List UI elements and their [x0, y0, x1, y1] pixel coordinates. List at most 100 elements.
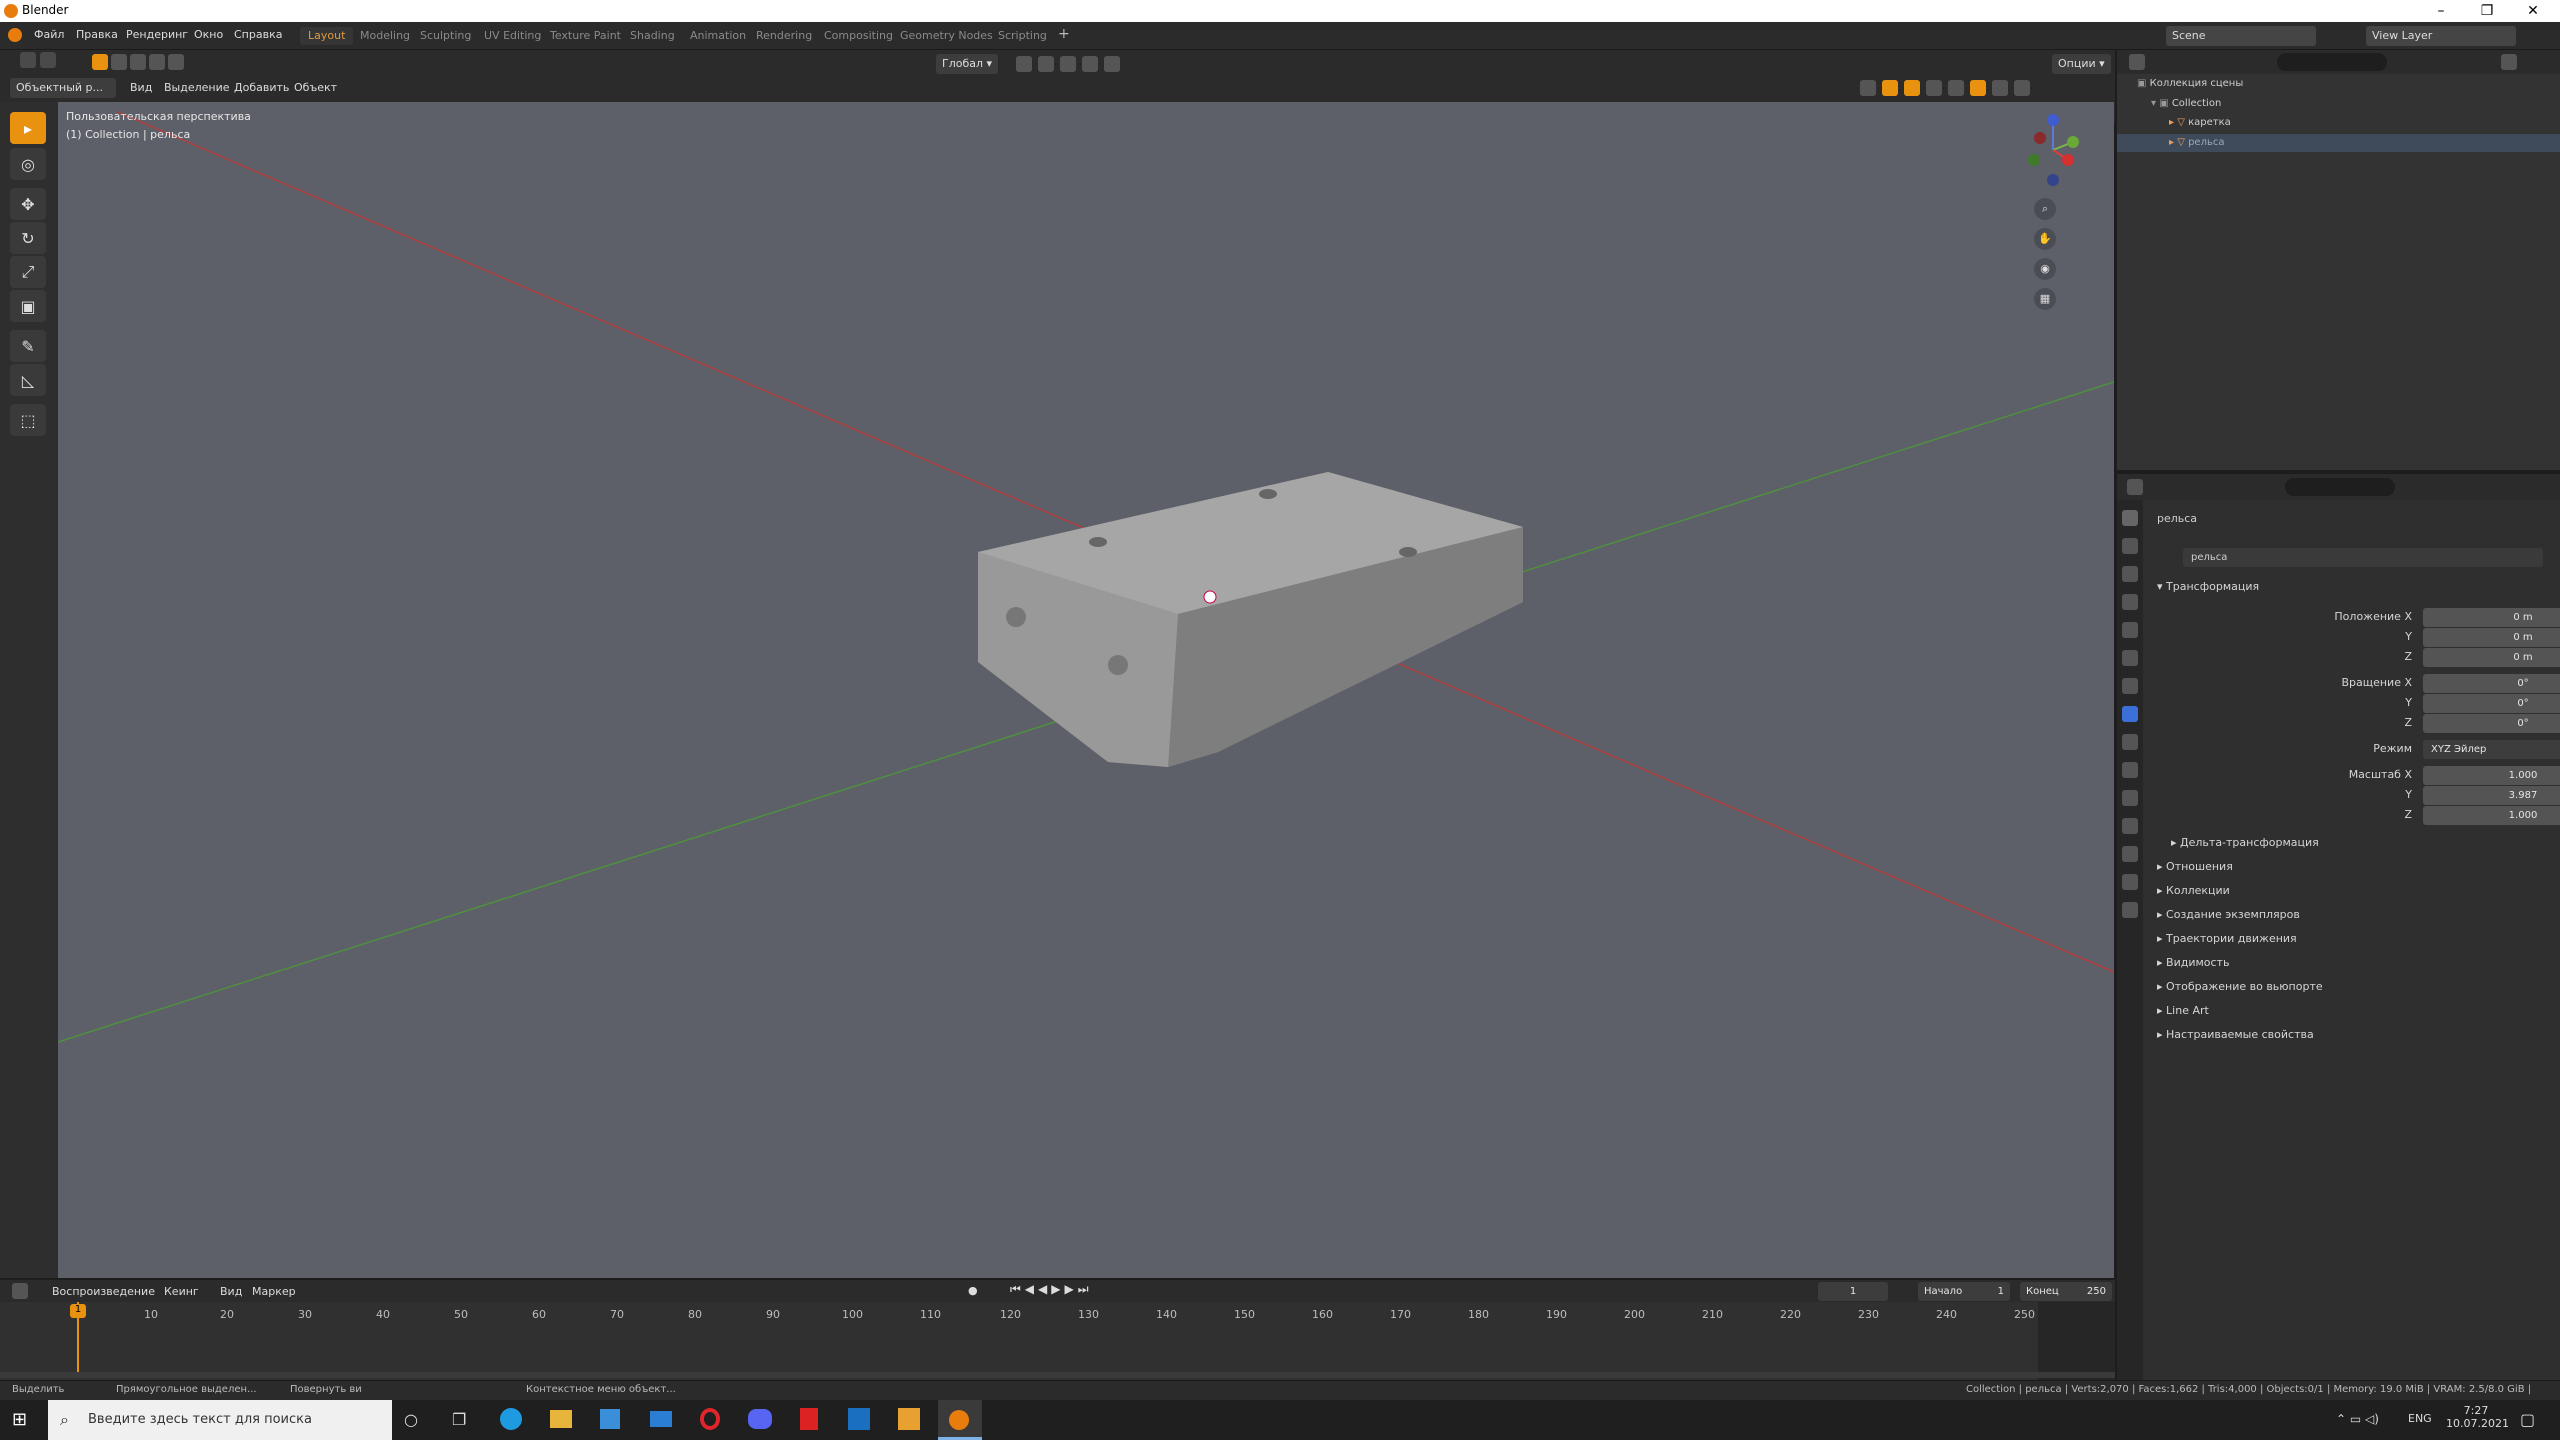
select-invert-icon[interactable]: [149, 54, 165, 70]
falloff-icon[interactable]: [1104, 56, 1120, 72]
rotate-tool-icon[interactable]: ↻: [10, 222, 46, 254]
scale-z-field[interactable]: 1.000: [2423, 806, 2560, 825]
menu-help[interactable]: Справка: [234, 28, 282, 41]
pivot-icon[interactable]: [1016, 56, 1032, 72]
menu-object[interactable]: Объект: [294, 81, 337, 94]
location-y-field[interactable]: 0 m: [2423, 628, 2560, 647]
editor-type-icon[interactable]: [2129, 54, 2145, 70]
select-box-tool-icon[interactable]: ▸: [10, 112, 46, 144]
section-custom-properties[interactable]: ▸ Настраиваемые свойства: [2157, 1028, 2314, 1041]
blender-taskbar-button[interactable]: [938, 1400, 982, 1440]
constraints-tab-icon[interactable]: [2122, 818, 2138, 834]
wireframe-shading-icon[interactable]: [1948, 80, 1964, 96]
tab-geometry-nodes[interactable]: Geometry Nodes: [892, 27, 1001, 45]
windows-start-icon[interactable]: ⊞: [12, 1410, 32, 1430]
section-motion-paths[interactable]: ▸ Траектории движения: [2157, 932, 2297, 945]
rotation-mode-dropdown[interactable]: XYZ Эйлер: [2423, 740, 2560, 759]
output-tab-icon[interactable]: [2122, 566, 2138, 582]
tab-uv-editing[interactable]: UV Editing: [476, 27, 549, 45]
section-visibility[interactable]: ▸ Видимость: [2157, 956, 2229, 969]
viewport-3d[interactable]: Пользовательская перспектива (1) Collect…: [58, 102, 2114, 1278]
gizmo-toggle-icon[interactable]: [1882, 80, 1898, 96]
data-tab-icon[interactable]: [2122, 846, 2138, 862]
transform-tool-icon[interactable]: ▣: [10, 290, 46, 322]
outliner-item-relsa[interactable]: ▸ ▽ рельса: [2117, 134, 2560, 152]
rotation-z-field[interactable]: 0°: [2423, 714, 2560, 733]
section-instancing[interactable]: ▸ Создание экземпляров: [2157, 908, 2300, 921]
pdf-reader-icon[interactable]: [800, 1408, 818, 1430]
menu-view[interactable]: Вид: [130, 81, 152, 94]
taskbar-search-input[interactable]: ⌕ Введите здесь текст для поиска: [48, 1400, 392, 1440]
menu-select[interactable]: Выделение: [164, 81, 230, 94]
ortho-grid-icon[interactable]: ▦: [2034, 288, 2056, 310]
blender-menu-icon[interactable]: [8, 28, 22, 42]
rendered-shading-icon[interactable]: [2014, 80, 2030, 96]
media-player-icon[interactable]: [898, 1408, 920, 1430]
tab-animation[interactable]: Animation: [682, 27, 754, 45]
add-cube-tool-icon[interactable]: ⬚: [10, 404, 46, 436]
editor-type-icon[interactable]: [2127, 479, 2143, 495]
zoom-icon[interactable]: ⌕: [2034, 198, 2056, 220]
select-intersect-icon[interactable]: [168, 54, 184, 70]
menu-add[interactable]: Добавить: [234, 81, 289, 94]
annotate-tool-icon[interactable]: ✎: [10, 330, 46, 362]
tool-tab-icon[interactable]: [2122, 510, 2138, 526]
close-button[interactable]: ✕: [2510, 0, 2556, 22]
render-tab-icon[interactable]: [2122, 538, 2138, 554]
minimize-button[interactable]: –: [2418, 0, 2464, 22]
cortana-icon[interactable]: ○: [404, 1410, 418, 1429]
object-tab-icon[interactable]: [2122, 706, 2138, 722]
scale-tool-icon[interactable]: ⤢: [10, 256, 46, 288]
tab-modeling[interactable]: Modeling: [352, 27, 418, 45]
material-shading-icon[interactable]: [1992, 80, 2008, 96]
menu-edit[interactable]: Правка: [76, 28, 118, 41]
texture-tab-icon[interactable]: [2122, 902, 2138, 918]
current-frame-field[interactable]: 1: [1818, 1282, 1888, 1301]
tab-layout[interactable]: Layout: [300, 27, 354, 45]
view-layer-tab-icon[interactable]: [2122, 594, 2138, 610]
delta-transform-header[interactable]: ▸ Дельта-трансформация: [2171, 836, 2319, 849]
notifications-icon[interactable]: ▢: [2520, 1410, 2535, 1429]
collection-tab-icon[interactable]: [2122, 678, 2138, 694]
scale-y-field[interactable]: 3.987: [2423, 786, 2560, 805]
snap-target-icon[interactable]: [1060, 56, 1076, 72]
timeline-scrollbar[interactable]: [0, 1372, 2115, 1378]
tab-sculpting[interactable]: Sculpting: [412, 27, 479, 45]
tab-rendering[interactable]: Rendering: [748, 27, 820, 45]
mode-dropdown[interactable]: Объектный р... ▾: [10, 78, 116, 114]
tab-shading[interactable]: Shading: [622, 27, 683, 45]
scale-x-field[interactable]: 1.000: [2423, 766, 2560, 785]
outliner-item-karetka[interactable]: ▸ ▽ каретка: [2169, 117, 2231, 128]
auto-key-icon[interactable]: ●: [968, 1284, 978, 1297]
task-view-icon[interactable]: ❐: [452, 1410, 466, 1429]
solid-shading-icon[interactable]: [1970, 80, 1986, 96]
options-dropdown[interactable]: Опции ▾: [2052, 54, 2111, 74]
tab-texture-paint[interactable]: Texture Paint: [542, 27, 629, 45]
scene-tab-icon[interactable]: [2122, 622, 2138, 638]
select-tool-icon[interactable]: [40, 52, 56, 68]
add-workspace-button[interactable]: +: [1050, 24, 1078, 42]
xray-icon[interactable]: [1926, 80, 1942, 96]
clock[interactable]: 7:27 10.07.2021: [2446, 1404, 2509, 1430]
snap-icon[interactable]: [1038, 56, 1054, 72]
playback-controls[interactable]: ⏮◀◀▶▶⏭: [1010, 1282, 1093, 1297]
language-indicator[interactable]: ENG: [2408, 1412, 2432, 1425]
file-explorer-icon[interactable]: [550, 1410, 572, 1428]
rotation-x-field[interactable]: 0°: [2423, 674, 2560, 693]
location-z-field[interactable]: 0 m: [2423, 648, 2560, 667]
proportional-edit-icon[interactable]: [1082, 56, 1098, 72]
transform-section-header[interactable]: ▾ Трансформация: [2157, 580, 2259, 593]
select-subtract-icon[interactable]: [130, 54, 146, 70]
view-layer-selector[interactable]: View Layer: [2366, 26, 2516, 46]
outliner-search-input[interactable]: [2277, 53, 2387, 71]
end-frame-field[interactable]: Конец 250: [2020, 1282, 2112, 1301]
section-collections[interactable]: ▸ Коллекции: [2157, 884, 2230, 897]
tab-scripting[interactable]: Scripting: [990, 27, 1055, 45]
tab-compositing[interactable]: Compositing: [816, 27, 901, 45]
orientation-dropdown[interactable]: Глобал ▾: [936, 54, 999, 74]
menu-window[interactable]: Окно: [194, 28, 223, 41]
editor-type-icon[interactable]: [12, 1283, 28, 1299]
menu-file[interactable]: Файл: [34, 28, 64, 41]
select-new-icon[interactable]: [92, 54, 108, 70]
pan-hand-icon[interactable]: ✋: [2034, 228, 2056, 250]
